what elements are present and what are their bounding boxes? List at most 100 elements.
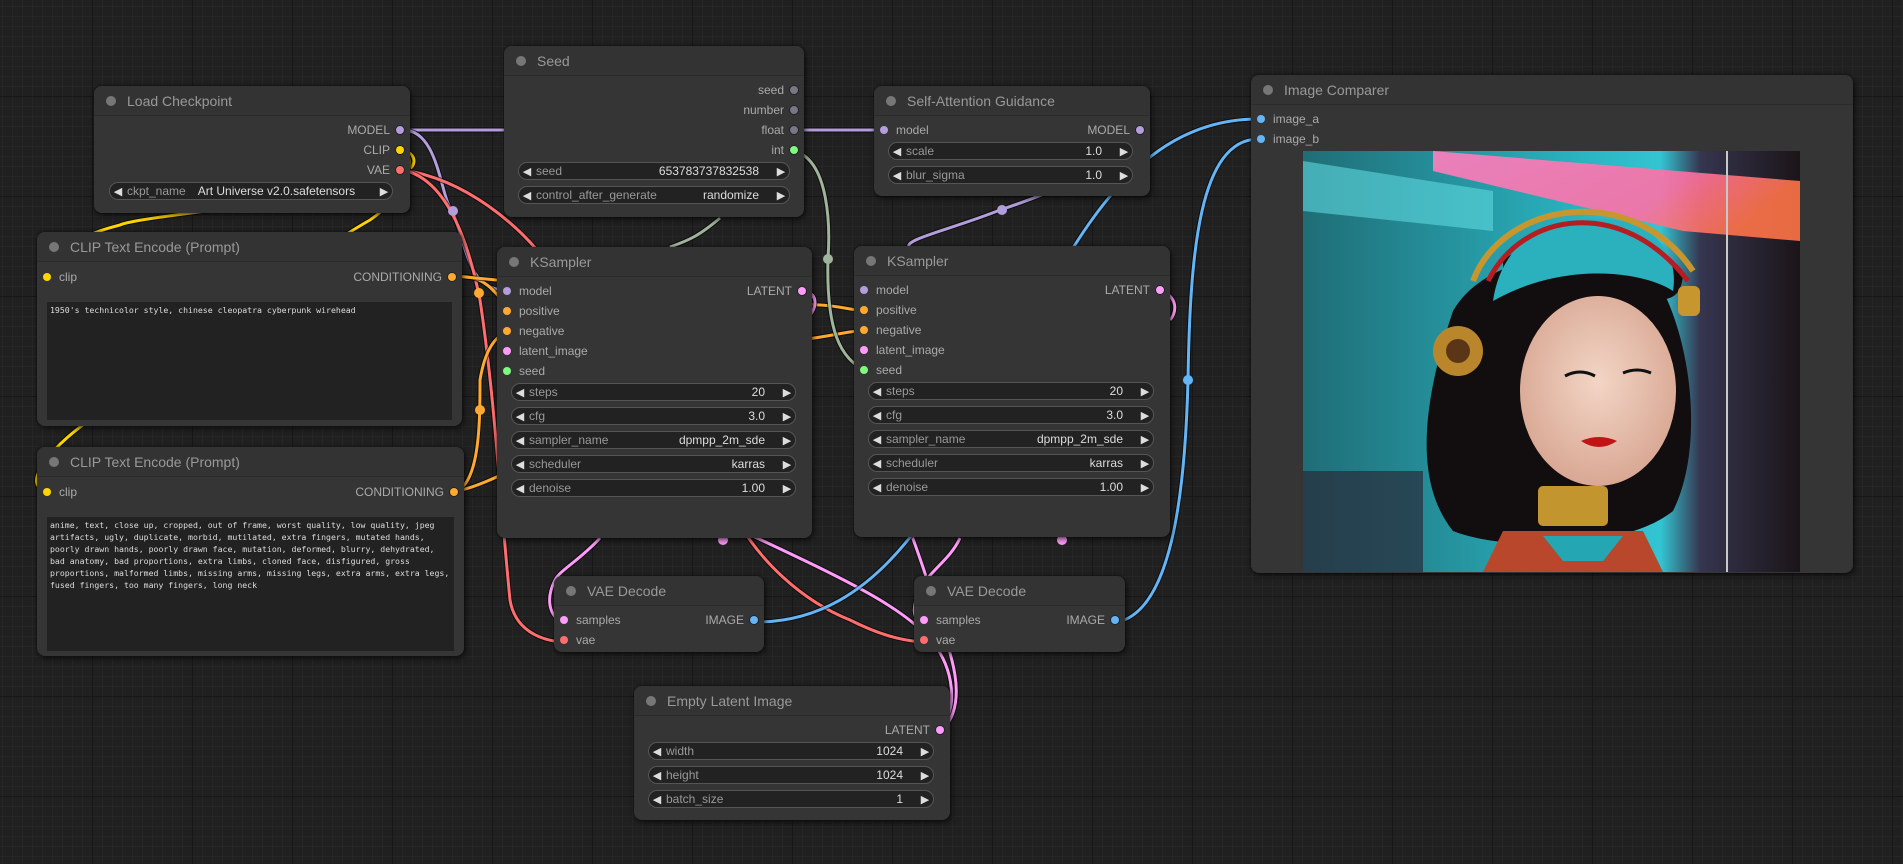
widget-scheduler[interactable]: ◀ scheduler karras ▶ xyxy=(868,454,1154,472)
arrow-left-icon[interactable]: ◀ xyxy=(869,409,885,422)
slot-dot-icon[interactable] xyxy=(43,488,51,496)
collapse-dot-icon[interactable] xyxy=(509,256,519,267)
arrow-right-icon[interactable]: ▶ xyxy=(1137,385,1153,398)
arrow-left-icon[interactable]: ◀ xyxy=(512,434,528,447)
output-slot-float[interactable]: float xyxy=(761,122,798,138)
arrow-left-icon[interactable]: ◀ xyxy=(110,185,126,198)
slot-dot-icon[interactable] xyxy=(750,616,758,624)
slot-dot-icon[interactable] xyxy=(860,306,868,314)
arrow-right-icon[interactable]: ▶ xyxy=(917,745,933,758)
arrow-right-icon[interactable]: ▶ xyxy=(773,189,789,202)
widget-steps[interactable]: ◀ steps 20 ▶ xyxy=(868,382,1154,400)
node-header[interactable]: Seed xyxy=(504,46,804,76)
slot-dot-icon[interactable] xyxy=(43,273,51,281)
arrow-right-icon[interactable]: ▶ xyxy=(917,793,933,806)
arrow-right-icon[interactable]: ▶ xyxy=(1137,433,1153,446)
input-slot-model[interactable]: model xyxy=(503,283,552,299)
input-slot-latent-image[interactable]: latent_image xyxy=(860,342,945,358)
arrow-right-icon[interactable]: ▶ xyxy=(779,458,795,471)
output-slot-number[interactable]: number xyxy=(743,102,798,118)
arrow-left-icon[interactable]: ◀ xyxy=(869,457,885,470)
arrow-right-icon[interactable]: ▶ xyxy=(1137,457,1153,470)
slot-dot-icon[interactable] xyxy=(790,126,798,134)
collapse-dot-icon[interactable] xyxy=(566,585,576,596)
collapse-dot-icon[interactable] xyxy=(49,241,59,252)
widget-batch-size[interactable]: ◀ batch_size 1 ▶ xyxy=(648,790,934,808)
slot-dot-icon[interactable] xyxy=(450,488,458,496)
node-clip-text-encode-positive[interactable]: CLIP Text Encode (Prompt) clip CONDITION… xyxy=(37,232,462,426)
slot-dot-icon[interactable] xyxy=(503,307,511,315)
slot-dot-icon[interactable] xyxy=(790,106,798,114)
slot-dot-icon[interactable] xyxy=(503,367,511,375)
slot-dot-icon[interactable] xyxy=(560,636,568,644)
slot-dot-icon[interactable] xyxy=(1156,286,1164,294)
collapse-dot-icon[interactable] xyxy=(886,95,896,106)
slot-dot-icon[interactable] xyxy=(790,146,798,154)
node-header[interactable]: CLIP Text Encode (Prompt) xyxy=(37,447,464,477)
collapse-dot-icon[interactable] xyxy=(49,456,59,467)
widget-cfg[interactable]: ◀ cfg 3.0 ▶ xyxy=(868,406,1154,424)
prompt-textarea[interactable]: anime, text, close up, cropped, out of f… xyxy=(47,517,454,651)
arrow-left-icon[interactable]: ◀ xyxy=(519,189,535,202)
slot-dot-icon[interactable] xyxy=(1136,126,1144,134)
arrow-right-icon[interactable]: ▶ xyxy=(779,482,795,495)
node-clip-text-encode-negative[interactable]: CLIP Text Encode (Prompt) clip CONDITION… xyxy=(37,447,464,656)
reroute-cond-neg-dot[interactable] xyxy=(475,405,485,415)
node-header[interactable]: KSampler xyxy=(497,247,812,277)
input-slot-vae[interactable]: vae xyxy=(560,632,595,648)
output-slot-vae[interactable]: VAE xyxy=(367,162,404,178)
input-slot-clip[interactable]: clip xyxy=(43,484,77,500)
arrow-left-icon[interactable]: ◀ xyxy=(869,385,885,398)
input-slot-clip[interactable]: clip xyxy=(43,269,77,285)
arrow-right-icon[interactable]: ▶ xyxy=(1116,145,1132,158)
slot-dot-icon[interactable] xyxy=(936,726,944,734)
arrow-right-icon[interactable]: ▶ xyxy=(1137,481,1153,494)
output-slot-model[interactable]: MODEL xyxy=(1087,122,1144,138)
node-image-comparer[interactable]: Image Comparer image_a image_b xyxy=(1251,75,1853,573)
slot-dot-icon[interactable] xyxy=(1111,616,1119,624)
slot-dot-icon[interactable] xyxy=(860,346,868,354)
widget-blur-sigma[interactable]: ◀ blur_sigma 1.0 ▶ xyxy=(888,166,1133,184)
output-slot-seed[interactable]: seed xyxy=(758,82,798,98)
slot-dot-icon[interactable] xyxy=(503,347,511,355)
slot-dot-icon[interactable] xyxy=(396,166,404,174)
node-header[interactable]: Self-Attention Guidance xyxy=(874,86,1150,116)
slot-dot-icon[interactable] xyxy=(860,366,868,374)
widget-sampler-name[interactable]: ◀ sampler_name dpmpp_2m_sde ▶ xyxy=(868,430,1154,448)
node-load-checkpoint[interactable]: Load Checkpoint MODEL CLIP VAE ◀ ckpt_na… xyxy=(94,86,410,213)
node-seed[interactable]: Seed seed number float int ◀ seed 653783… xyxy=(504,46,804,217)
arrow-left-icon[interactable]: ◀ xyxy=(649,745,665,758)
node-header[interactable]: CLIP Text Encode (Prompt) xyxy=(37,232,462,262)
reroute-image-dot[interactable] xyxy=(1183,375,1193,385)
node-self-attention-guidance[interactable]: Self-Attention Guidance model MODEL ◀ sc… xyxy=(874,86,1150,196)
output-slot-latent[interactable]: LATENT xyxy=(1105,282,1164,298)
arrow-left-icon[interactable]: ◀ xyxy=(889,145,905,158)
widget-scale[interactable]: ◀ scale 1.0 ▶ xyxy=(888,142,1133,160)
arrow-left-icon[interactable]: ◀ xyxy=(889,169,905,182)
slot-dot-icon[interactable] xyxy=(860,326,868,334)
input-slot-positive[interactable]: positive xyxy=(503,303,560,319)
widget-height[interactable]: ◀ height 1024 ▶ xyxy=(648,766,934,784)
slot-dot-icon[interactable] xyxy=(920,636,928,644)
reroute-cond-pos-dot[interactable] xyxy=(474,288,484,298)
arrow-right-icon[interactable]: ▶ xyxy=(1137,409,1153,422)
comparer-slider-line[interactable] xyxy=(1726,151,1728,572)
collapse-dot-icon[interactable] xyxy=(926,585,936,596)
output-slot-conditioning[interactable]: CONDITIONING xyxy=(355,484,458,500)
output-slot-image[interactable]: IMAGE xyxy=(1066,612,1119,628)
arrow-right-icon[interactable]: ▶ xyxy=(376,185,392,198)
node-header[interactable]: KSampler xyxy=(854,246,1170,276)
node-ksampler-2[interactable]: KSampler model positive negative latent_… xyxy=(854,246,1170,537)
input-slot-negative[interactable]: negative xyxy=(503,323,564,339)
arrow-left-icon[interactable]: ◀ xyxy=(512,386,528,399)
node-header[interactable]: VAE Decode xyxy=(914,576,1125,606)
collapse-dot-icon[interactable] xyxy=(866,255,876,266)
input-slot-image-a[interactable]: image_a xyxy=(1257,111,1319,127)
widget-seed[interactable]: ◀ seed 653783737832538 ▶ xyxy=(518,162,790,180)
arrow-left-icon[interactable]: ◀ xyxy=(519,165,535,178)
node-header[interactable]: Empty Latent Image xyxy=(634,686,950,716)
arrow-left-icon[interactable]: ◀ xyxy=(649,769,665,782)
slot-dot-icon[interactable] xyxy=(798,287,806,295)
input-slot-model[interactable]: model xyxy=(880,122,929,138)
node-ksampler-1[interactable]: KSampler model positive negative latent_… xyxy=(497,247,812,538)
